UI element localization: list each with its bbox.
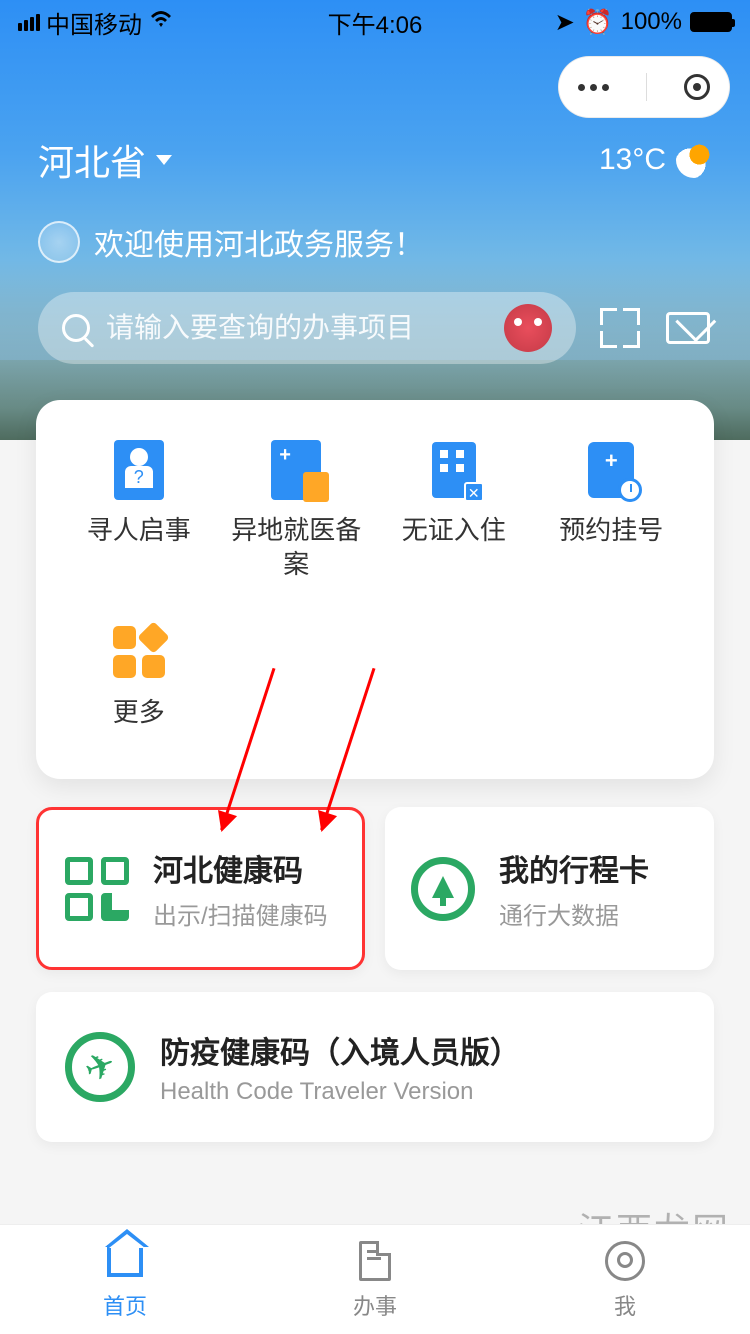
service-appointment[interactable]: 预约挂号 bbox=[533, 440, 691, 582]
welcome-text: 欢迎使用河北政务服务！ bbox=[94, 220, 424, 264]
services-card: 寻人启事 异地就医备案 ✕ 无证入住 预约挂号 更多 bbox=[36, 400, 714, 779]
home-icon bbox=[107, 1245, 143, 1277]
province-label: 河北省 bbox=[38, 134, 146, 186]
service-remote-medical[interactable]: 异地就医备案 bbox=[218, 440, 376, 582]
travel-card-title: 我的行程卡 bbox=[499, 846, 649, 890]
inbound-title: 防疫健康码（入境人员版） bbox=[160, 1028, 520, 1072]
airplane-circle-icon bbox=[65, 1032, 135, 1102]
welcome-banner: 欢迎使用河北政务服务！ bbox=[0, 220, 750, 264]
health-code-subtitle: 出示/扫描健康码 bbox=[153, 896, 328, 931]
chevron-down-icon bbox=[156, 155, 172, 165]
miniprogram-capsule[interactable] bbox=[558, 56, 730, 118]
status-bar: 中国移动 下午4:06 ➤ ⏰ 100% bbox=[0, 0, 750, 44]
search-input[interactable] bbox=[106, 312, 488, 344]
tab-affairs[interactable]: 办事 bbox=[250, 1239, 500, 1321]
battery-icon bbox=[690, 12, 732, 32]
travel-card-subtitle: 通行大数据 bbox=[499, 896, 649, 931]
tab-home[interactable]: 首页 bbox=[0, 1239, 250, 1321]
service-more[interactable]: 更多 bbox=[60, 622, 218, 730]
tab-bar: 首页 办事 我 bbox=[0, 1224, 750, 1334]
capsule-menu-icon[interactable] bbox=[578, 84, 609, 91]
more-icon bbox=[113, 626, 165, 678]
medical-icon bbox=[271, 440, 321, 500]
inbound-health-code-card[interactable]: 防疫健康码（入境人员版） Health Code Traveler Versio… bbox=[36, 992, 714, 1142]
scan-icon bbox=[600, 308, 640, 348]
temperature-label: 13°C bbox=[599, 143, 666, 177]
signal-icon bbox=[18, 14, 40, 31]
battery-percent: 100% bbox=[621, 8, 682, 36]
qr-code-icon bbox=[65, 857, 129, 921]
building-icon: ✕ bbox=[432, 442, 476, 498]
alarm-icon: ⏰ bbox=[583, 8, 613, 37]
service-no-cert-checkin[interactable]: ✕ 无证入住 bbox=[375, 440, 533, 582]
assistant-robot-icon[interactable] bbox=[504, 304, 552, 352]
service-missing-person[interactable]: 寻人启事 bbox=[60, 440, 218, 582]
capsule-close-icon[interactable] bbox=[684, 74, 710, 100]
search-box[interactable] bbox=[38, 292, 576, 364]
profile-icon bbox=[605, 1241, 645, 1281]
weather-widget[interactable]: 13°C bbox=[599, 142, 712, 178]
appointment-icon bbox=[588, 442, 634, 498]
messages-button[interactable] bbox=[664, 304, 712, 352]
mail-icon bbox=[666, 312, 710, 344]
weather-icon bbox=[676, 142, 712, 178]
location-arrow-icon: ➤ bbox=[555, 8, 575, 37]
document-icon bbox=[359, 1241, 391, 1281]
status-time: 下午4:06 bbox=[328, 5, 423, 40]
person-icon bbox=[114, 440, 164, 500]
carrier-label: 中国移动 bbox=[46, 5, 142, 40]
tab-me[interactable]: 我 bbox=[500, 1239, 750, 1321]
arrow-up-circle-icon bbox=[411, 857, 475, 921]
gov-seal-icon bbox=[38, 221, 80, 263]
travel-card[interactable]: 我的行程卡 通行大数据 bbox=[385, 807, 714, 970]
health-code-card[interactable]: 河北健康码 出示/扫描健康码 bbox=[36, 807, 365, 970]
scan-button[interactable] bbox=[596, 304, 644, 352]
inbound-subtitle: Health Code Traveler Version bbox=[160, 1078, 520, 1106]
location-selector[interactable]: 河北省 bbox=[38, 134, 172, 186]
search-icon bbox=[62, 314, 90, 342]
wifi-icon bbox=[148, 8, 174, 36]
health-code-title: 河北健康码 bbox=[153, 846, 328, 890]
